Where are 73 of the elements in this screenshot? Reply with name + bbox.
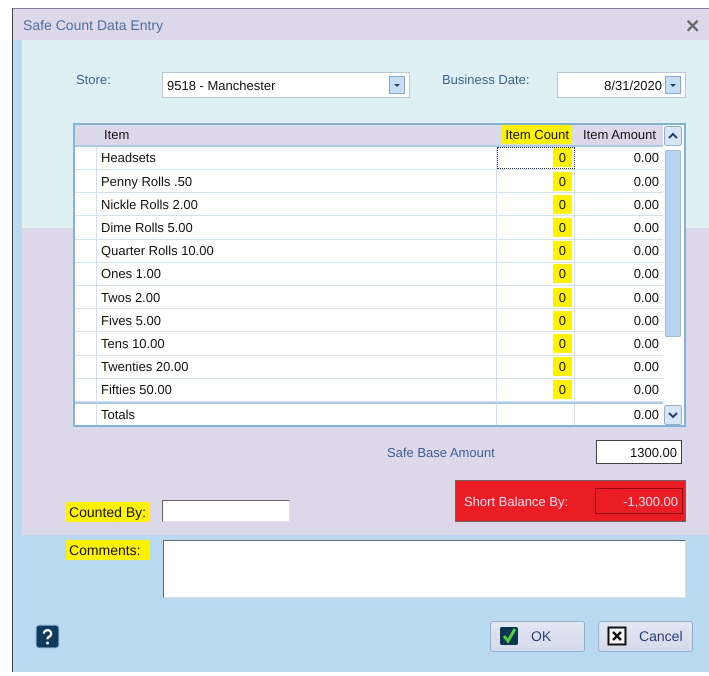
table-cell-text: 0.00 <box>632 312 660 330</box>
count-cell[interactable]: 0 <box>497 262 575 285</box>
table-cell-text: 0.00 <box>632 358 660 376</box>
table-cell: Quarter Rolls 10.00 <box>97 240 497 262</box>
close-button[interactable]: × <box>684 14 701 34</box>
cancel-button[interactable]: Cancel <box>598 620 693 652</box>
count-value: 0 <box>552 218 572 237</box>
ok-button[interactable]: OK <box>490 620 585 652</box>
counted-by-label: Counted By: <box>66 502 150 522</box>
comments-label: Comments: <box>66 540 150 560</box>
table-cell-text: 0.00 <box>632 381 660 400</box>
count-cell[interactable]: 0 <box>497 332 575 354</box>
count-value: 0 <box>552 334 572 353</box>
count-value: 0 <box>552 148 572 168</box>
table-cell-text: 0.00 <box>632 172 660 191</box>
count-value: 0 <box>552 357 572 376</box>
totals-label: Totals <box>97 404 497 426</box>
store-value: 9518 - Manchester <box>167 78 276 92</box>
count-cell[interactable]: 0 <box>497 170 575 192</box>
table-cell: Tens 10.00 <box>97 332 497 354</box>
count-value: 0 <box>552 194 572 214</box>
help-icon[interactable] <box>35 624 60 648</box>
store-label: Store: <box>76 72 112 87</box>
count-cell[interactable]: 0 <box>497 216 575 239</box>
table-cell-text: 0.00 <box>632 288 660 307</box>
table-cell: Twos 2.00 <box>97 286 497 308</box>
totals-amount: 0.00 <box>632 406 660 424</box>
table-cell: Dime Rolls 5.00 <box>97 216 497 239</box>
table-cell: Penny Rolls .50 <box>97 170 497 192</box>
table-cell-text: 0.00 <box>632 334 660 353</box>
store-dropdown[interactable]: 9518 - Manchester <box>162 72 410 98</box>
date-value: 8/31/2020 <box>603 78 663 92</box>
counted-by-field[interactable] <box>162 500 290 522</box>
count-value: 0 <box>552 264 572 284</box>
table-cell: Headsets <box>97 146 497 169</box>
count-cell[interactable]: 0 <box>497 286 575 308</box>
date-picker[interactable]: 8/31/2020 <box>557 72 686 98</box>
table-cell: Fifties 50.00 <box>97 378 497 401</box>
count-cell[interactable]: 0 <box>497 356 575 378</box>
scrollbar-thumb[interactable] <box>665 150 681 337</box>
scroll-up-icon[interactable] <box>664 126 682 146</box>
comments-field[interactable] <box>163 540 686 598</box>
table-cell-text: 0.00 <box>632 218 660 237</box>
short-balance-field: -1,300.00 <box>595 488 683 514</box>
count-cell[interactable]: 0 <box>497 378 575 401</box>
count-value: 0 <box>552 172 572 191</box>
business-date-label: Business Date: <box>442 72 530 87</box>
table-cell-text: 0.00 <box>632 149 660 168</box>
table-cell: Ones 1.00 <box>97 262 497 285</box>
scroll-down-icon[interactable] <box>664 405 682 425</box>
safe-base-field[interactable]: 1300.00 <box>596 440 682 464</box>
count-value: 0 <box>552 288 572 307</box>
table-cell-text: 0.00 <box>632 242 660 260</box>
count-cell[interactable]: 0 <box>497 309 575 332</box>
column-header[interactable]: Item Amount <box>580 125 659 144</box>
count-cell[interactable]: 0 <box>497 240 575 262</box>
safe-base-label: Safe Base Amount <box>387 444 496 460</box>
count-value: 0 <box>552 241 572 260</box>
column-header[interactable]: Item <box>101 125 132 144</box>
window-title: Safe Count Data Entry <box>23 16 164 32</box>
table-cell-text: 0.00 <box>632 196 660 214</box>
table-cell: Nickle Rolls 2.00 <box>97 193 497 216</box>
checkmark-icon <box>499 626 519 646</box>
count-value: 0 <box>552 380 572 400</box>
close-icon <box>607 626 627 646</box>
table-cell: Twenties 20.00 <box>97 356 497 378</box>
column-header[interactable]: Item Count <box>502 125 572 144</box>
table-cell-text: 0.00 <box>632 265 660 284</box>
count-cell[interactable]: 0 <box>497 193 575 216</box>
count-cell[interactable]: 0 <box>497 146 575 169</box>
table-cell: Fives 5.00 <box>97 309 497 332</box>
short-balance-label: Short Balance By: <box>464 494 570 508</box>
count-value: 0 <box>552 310 572 330</box>
